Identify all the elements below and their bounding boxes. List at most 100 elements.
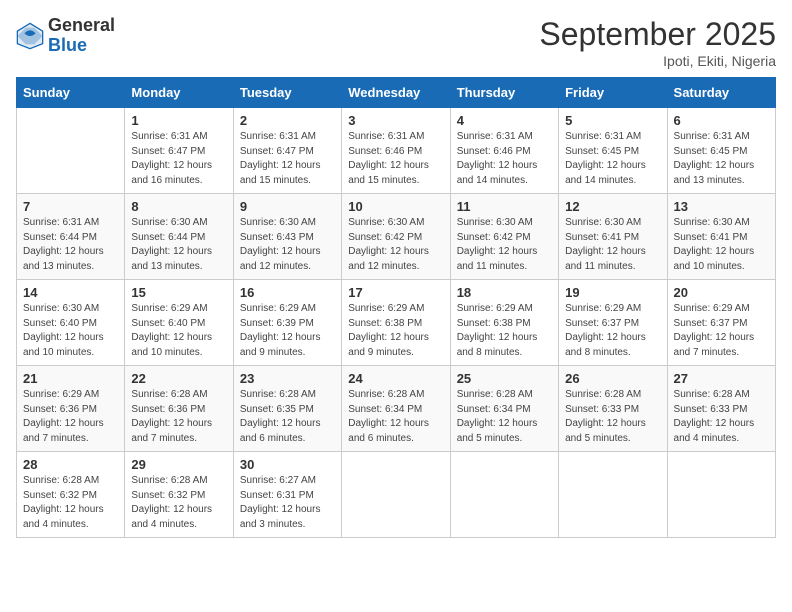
day-number: 30 bbox=[240, 457, 335, 472]
calendar-cell: 22 Sunrise: 6:28 AMSunset: 6:36 PMDayligh… bbox=[125, 366, 233, 452]
day-number: 10 bbox=[348, 199, 443, 214]
day-info: Sunrise: 6:28 AMSunset: 6:35 PMDaylight:… bbox=[240, 388, 335, 446]
calendar-week-row: 7Sunrise: 6:31 AMSunset: 6:44 PMDaylight… bbox=[17, 194, 776, 280]
calendar-cell: 4 Sunrise: 6:31 AMSunset: 6:46 PMDaylight… bbox=[450, 108, 558, 194]
logo-text: General Blue bbox=[48, 16, 115, 56]
day-number: 29 bbox=[131, 457, 226, 472]
day-header-sunday: Sunday bbox=[17, 78, 125, 108]
calendar-cell: 12 Sunrise: 6:30 AMSunset: 6:41 PMDayligh… bbox=[559, 194, 667, 280]
calendar-week-row: 14 Sunrise: 6:30 AMSunset: 6:40 PMDayligh… bbox=[17, 280, 776, 366]
day-number: 7 bbox=[23, 199, 118, 214]
day-number: 21 bbox=[23, 371, 118, 386]
calendar-body: 1 Sunrise: 6:31 AMSunset: 6:47 PMDaylight… bbox=[17, 108, 776, 538]
day-number: 11 bbox=[457, 199, 552, 214]
day-number: 5 bbox=[565, 113, 660, 128]
day-header-tuesday: Tuesday bbox=[233, 78, 341, 108]
day-info: Sunrise: 6:29 AMSunset: 6:38 PMDaylight:… bbox=[457, 302, 552, 360]
day-number: 24 bbox=[348, 371, 443, 386]
calendar-cell: 15Sunrise: 6:29 AMSunset: 6:40 PMDayligh… bbox=[125, 280, 233, 366]
day-info: Sunrise: 6:30 AMSunset: 6:42 PMDaylight:… bbox=[457, 216, 552, 274]
calendar-cell: 27 Sunrise: 6:28 AMSunset: 6:33 PMDayligh… bbox=[667, 366, 775, 452]
title-block: September 2025 Ipoti, Ekiti, Nigeria bbox=[539, 16, 776, 69]
calendar-cell: 25Sunrise: 6:28 AMSunset: 6:34 PMDayligh… bbox=[450, 366, 558, 452]
day-number: 9 bbox=[240, 199, 335, 214]
day-info: Sunrise: 6:30 AMSunset: 6:41 PMDaylight:… bbox=[674, 216, 769, 274]
day-info: Sunrise: 6:30 AMSunset: 6:40 PMDaylight:… bbox=[23, 302, 118, 360]
calendar-cell bbox=[667, 452, 775, 538]
month-title: September 2025 bbox=[539, 16, 776, 53]
day-number: 1 bbox=[131, 113, 226, 128]
day-header-monday: Monday bbox=[125, 78, 233, 108]
day-number: 14 bbox=[23, 285, 118, 300]
day-info: Sunrise: 6:27 AMSunset: 6:31 PMDaylight:… bbox=[240, 474, 335, 532]
calendar-cell: 30 Sunrise: 6:27 AMSunset: 6:31 PMDayligh… bbox=[233, 452, 341, 538]
day-number: 26 bbox=[565, 371, 660, 386]
calendar-week-row: 1 Sunrise: 6:31 AMSunset: 6:47 PMDaylight… bbox=[17, 108, 776, 194]
day-info: Sunrise: 6:28 AMSunset: 6:34 PMDaylight:… bbox=[348, 388, 443, 446]
day-number: 28 bbox=[23, 457, 118, 472]
calendar-cell: 26 Sunrise: 6:28 AMSunset: 6:33 PMDayligh… bbox=[559, 366, 667, 452]
calendar-cell: 16Sunrise: 6:29 AMSunset: 6:39 PMDayligh… bbox=[233, 280, 341, 366]
day-number: 27 bbox=[674, 371, 769, 386]
day-number: 18 bbox=[457, 285, 552, 300]
day-header-friday: Friday bbox=[559, 78, 667, 108]
calendar-cell: 6 Sunrise: 6:31 AMSunset: 6:45 PMDaylight… bbox=[667, 108, 775, 194]
day-number: 2 bbox=[240, 113, 335, 128]
day-number: 23 bbox=[240, 371, 335, 386]
calendar-table: SundayMondayTuesdayWednesdayThursdayFrid… bbox=[16, 77, 776, 538]
day-info: Sunrise: 6:31 AMSunset: 6:45 PMDaylight:… bbox=[565, 130, 660, 188]
calendar-cell: 18 Sunrise: 6:29 AMSunset: 6:38 PMDayligh… bbox=[450, 280, 558, 366]
day-header-saturday: Saturday bbox=[667, 78, 775, 108]
day-number: 4 bbox=[457, 113, 552, 128]
day-info: Sunrise: 6:29 AMSunset: 6:40 PMDaylight:… bbox=[131, 302, 226, 360]
calendar-cell: 24 Sunrise: 6:28 AMSunset: 6:34 PMDayligh… bbox=[342, 366, 450, 452]
day-info: Sunrise: 6:29 AMSunset: 6:38 PMDaylight:… bbox=[348, 302, 443, 360]
day-info: Sunrise: 6:31 AMSunset: 6:46 PMDaylight:… bbox=[457, 130, 552, 188]
day-number: 20 bbox=[674, 285, 769, 300]
day-number: 6 bbox=[674, 113, 769, 128]
calendar-cell: 23 Sunrise: 6:28 AMSunset: 6:35 PMDayligh… bbox=[233, 366, 341, 452]
day-info: Sunrise: 6:29 AMSunset: 6:39 PMDaylight:… bbox=[240, 302, 335, 360]
day-header-thursday: Thursday bbox=[450, 78, 558, 108]
day-info: Sunrise: 6:31 AMSunset: 6:45 PMDaylight:… bbox=[674, 130, 769, 188]
day-info: Sunrise: 6:30 AMSunset: 6:42 PMDaylight:… bbox=[348, 216, 443, 274]
day-number: 17 bbox=[348, 285, 443, 300]
calendar-cell bbox=[450, 452, 558, 538]
calendar-cell: 17 Sunrise: 6:29 AMSunset: 6:38 PMDayligh… bbox=[342, 280, 450, 366]
day-info: Sunrise: 6:31 AMSunset: 6:46 PMDaylight:… bbox=[348, 130, 443, 188]
day-info: Sunrise: 6:28 AMSunset: 6:36 PMDaylight:… bbox=[131, 388, 226, 446]
day-info: Sunrise: 6:30 AMSunset: 6:43 PMDaylight:… bbox=[240, 216, 335, 274]
day-info: Sunrise: 6:31 AMSunset: 6:47 PMDaylight:… bbox=[131, 130, 226, 188]
day-info: Sunrise: 6:28 AMSunset: 6:32 PMDaylight:… bbox=[23, 474, 118, 532]
calendar-cell: 1 Sunrise: 6:31 AMSunset: 6:47 PMDaylight… bbox=[125, 108, 233, 194]
day-number: 12 bbox=[565, 199, 660, 214]
calendar-cell: 20Sunrise: 6:29 AMSunset: 6:37 PMDayligh… bbox=[667, 280, 775, 366]
day-info: Sunrise: 6:30 AMSunset: 6:44 PMDaylight:… bbox=[131, 216, 226, 274]
day-number: 8 bbox=[131, 199, 226, 214]
day-info: Sunrise: 6:31 AMSunset: 6:47 PMDaylight:… bbox=[240, 130, 335, 188]
calendar-cell: 13 Sunrise: 6:30 AMSunset: 6:41 PMDayligh… bbox=[667, 194, 775, 280]
day-info: Sunrise: 6:28 AMSunset: 6:34 PMDaylight:… bbox=[457, 388, 552, 446]
day-info: Sunrise: 6:29 AMSunset: 6:37 PMDaylight:… bbox=[565, 302, 660, 360]
calendar-cell: 11 Sunrise: 6:30 AMSunset: 6:42 PMDayligh… bbox=[450, 194, 558, 280]
day-info: Sunrise: 6:29 AMSunset: 6:36 PMDaylight:… bbox=[23, 388, 118, 446]
calendar-cell: 19 Sunrise: 6:29 AMSunset: 6:37 PMDayligh… bbox=[559, 280, 667, 366]
day-number: 22 bbox=[131, 371, 226, 386]
day-number: 13 bbox=[674, 199, 769, 214]
day-info: Sunrise: 6:28 AMSunset: 6:33 PMDaylight:… bbox=[674, 388, 769, 446]
day-info: Sunrise: 6:28 AMSunset: 6:32 PMDaylight:… bbox=[131, 474, 226, 532]
calendar-cell bbox=[17, 108, 125, 194]
day-info: Sunrise: 6:30 AMSunset: 6:41 PMDaylight:… bbox=[565, 216, 660, 274]
calendar-week-row: 28 Sunrise: 6:28 AMSunset: 6:32 PMDayligh… bbox=[17, 452, 776, 538]
page-header: General Blue September 2025 Ipoti, Ekiti… bbox=[16, 16, 776, 69]
calendar-cell: 2 Sunrise: 6:31 AMSunset: 6:47 PMDaylight… bbox=[233, 108, 341, 194]
day-number: 19 bbox=[565, 285, 660, 300]
calendar-cell: 10 Sunrise: 6:30 AMSunset: 6:42 PMDayligh… bbox=[342, 194, 450, 280]
day-header-wednesday: Wednesday bbox=[342, 78, 450, 108]
calendar-cell bbox=[342, 452, 450, 538]
calendar-cell: 28 Sunrise: 6:28 AMSunset: 6:32 PMDayligh… bbox=[17, 452, 125, 538]
day-info: Sunrise: 6:28 AMSunset: 6:33 PMDaylight:… bbox=[565, 388, 660, 446]
calendar-header-row: SundayMondayTuesdayWednesdayThursdayFrid… bbox=[17, 78, 776, 108]
calendar-cell: 14 Sunrise: 6:30 AMSunset: 6:40 PMDayligh… bbox=[17, 280, 125, 366]
calendar-cell: 5 Sunrise: 6:31 AMSunset: 6:45 PMDaylight… bbox=[559, 108, 667, 194]
